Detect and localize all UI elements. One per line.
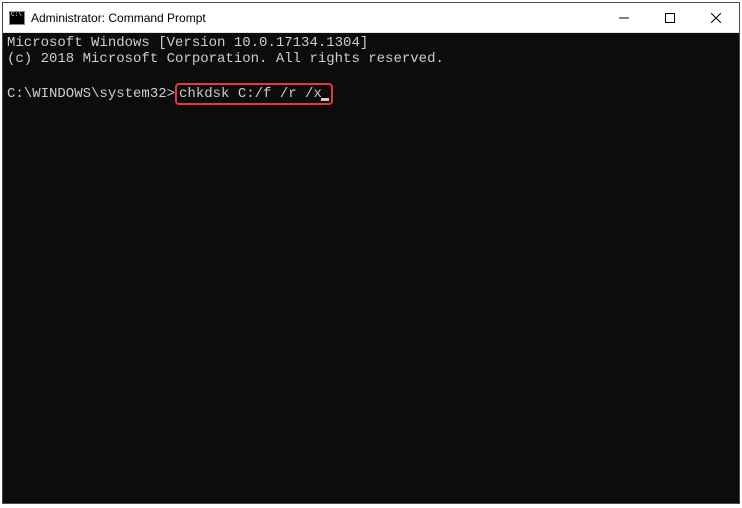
terminal-area[interactable]: Microsoft Windows [Version 10.0.17134.13…: [3, 33, 739, 503]
command-highlight: chkdsk C:/f /r /x: [175, 83, 333, 105]
prompt-line: C:\WINDOWS\system32>chkdsk C:/f /r /x: [7, 83, 735, 105]
cmd-icon: [9, 10, 25, 26]
minimize-button[interactable]: [601, 3, 647, 33]
version-line: Microsoft Windows [Version 10.0.17134.13…: [7, 35, 735, 51]
titlebar: Administrator: Command Prompt: [3, 3, 739, 33]
prompt-prefix: C:\WINDOWS\system32>: [7, 86, 175, 102]
window-title: Administrator: Command Prompt: [31, 11, 601, 25]
cursor: [321, 98, 329, 101]
command-text: chkdsk C:/f /r /x: [179, 86, 322, 102]
window-controls: [601, 3, 739, 32]
maximize-icon: [665, 13, 675, 23]
copyright-line: (c) 2018 Microsoft Corporation. All righ…: [7, 51, 735, 67]
close-icon: [711, 13, 721, 23]
command-prompt-window: Administrator: Command Prompt Microsoft: [2, 2, 740, 504]
close-button[interactable]: [693, 3, 739, 33]
minimize-icon: [619, 13, 629, 23]
maximize-button[interactable]: [647, 3, 693, 33]
